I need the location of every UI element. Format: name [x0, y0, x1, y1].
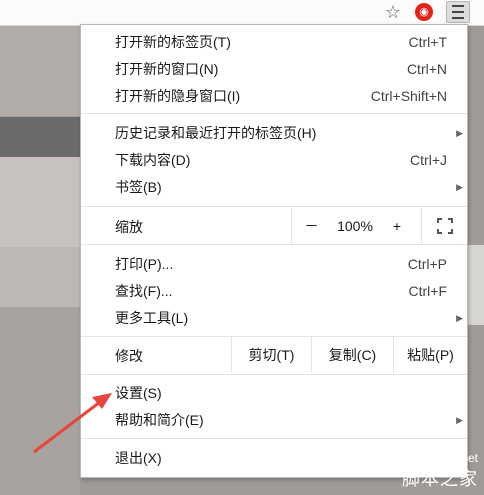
watermark: jb51.net 脚本之家 [402, 451, 478, 491]
annotation-arrow-icon [33, 393, 112, 454]
watermark-name: 脚本之家 [402, 469, 478, 489]
watermark-site: jb51.net [435, 451, 478, 465]
